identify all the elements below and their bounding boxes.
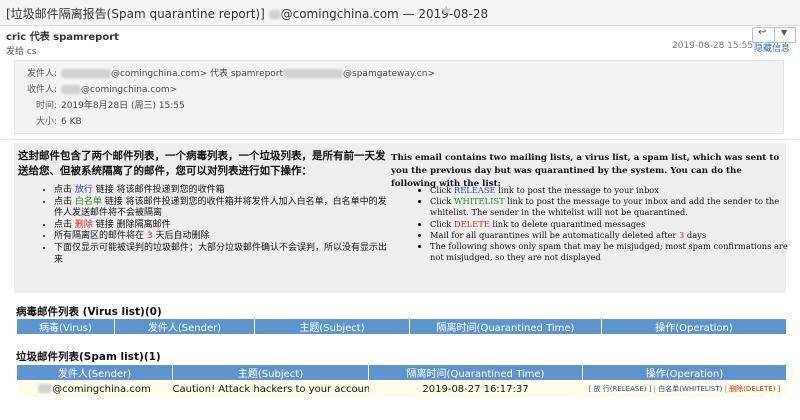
star-icon[interactable]: ★ <box>440 3 453 19</box>
spam-list-table: 发件人(Sender) 主题(Subject) 隔离时间(Quarantined… <box>16 364 787 397</box>
table-header-row: 发件人(Sender) 主题(Subject) 隔离时间(Quarantined… <box>16 364 787 381</box>
reply-button-group: ↩ ▼ <box>752 27 796 43</box>
virus-list-table: 病毒(Virus) 发件人(Sender) 主题(Subject) 隔离时间(Q… <box>16 318 787 335</box>
delete-link[interactable]: 删除(DELETE) ] <box>729 385 780 393</box>
recipient-line: 发给 cs <box>6 47 37 57</box>
column-header[interactable]: 隔离时间(Quarantined Time) <box>409 318 602 335</box>
column-header[interactable]: 主题(Subject) <box>172 364 369 381</box>
release-keyword: RELEASE <box>453 185 496 195</box>
cn-instructions-heading: 这封邮件包含了两个邮件列表，一个病毒列表，一个垃圾列表，是所有前一天发送给您、但… <box>18 150 386 177</box>
reply-icon[interactable]: ↩ <box>758 27 766 38</box>
column-header[interactable]: 操作(Operation) <box>582 364 787 381</box>
virus-list-title: 病毒邮件列表 (Virus list)(0) <box>16 306 162 318</box>
table-header-row: 病毒(Virus) 发件人(Sender) 主题(Subject) 隔离时间(Q… <box>16 318 787 335</box>
column-header[interactable]: 发件人(Sender) <box>16 364 173 381</box>
redacted-text <box>283 69 344 78</box>
details-time-row: 时间: 2019年8月28日 (周三) 15:55 <box>35 101 185 111</box>
whitelist-keyword: 白名单 <box>74 196 102 207</box>
message-date: 2019-08-28 15:55 <box>672 41 754 51</box>
chevron-down-icon[interactable]: ▼ <box>781 28 787 37</box>
redacted-text <box>61 85 81 94</box>
release-link[interactable]: [ 放 行(RELEASE) ] <box>589 385 652 393</box>
spam-list-title: 垃圾邮件列表(Spam list)(1) <box>16 351 161 363</box>
details-size-row: 大小: 6 KB <box>35 117 82 127</box>
list-item: 点击 放行 链接 将该邮件投递到您的收件箱 <box>54 185 394 197</box>
list-item: Click WHITELIST link to post the message… <box>430 196 796 218</box>
spam-sender-cell: @comingchina.com <box>16 380 173 397</box>
redacted-text <box>38 384 53 393</box>
redacted-text <box>61 69 111 78</box>
list-item: 点击 删除 链接 删除隔离邮件 <box>54 220 394 232</box>
list-item: Mail for all quarantines will be automat… <box>430 230 796 241</box>
button-divider <box>774 28 775 42</box>
email-subject: [垃圾邮件隔离报告(Spam quarantine report)] @comi… <box>6 7 489 21</box>
spam-subject-cell: Caution! Attack hackers to your account! <box>172 380 369 397</box>
table-row: @comingchina.com Caution! Attack hackers… <box>16 380 787 397</box>
redacted-text <box>268 10 281 19</box>
details-to-row: 收件人: @comingchina.com> <box>26 85 178 95</box>
header-divider <box>0 139 800 140</box>
instructions-panel: 这封邮件包含了两个邮件列表，一个病毒列表，一个垃圾列表，是所有前一天发送给您、但… <box>14 143 788 293</box>
spam-operations-cell: [ 放 行(RELEASE) ] | 白名单(WHITELIST) | 删除(D… <box>582 380 787 397</box>
spam-time-cell: 2019-08-27 16:17:37 <box>368 380 583 397</box>
column-header[interactable]: 主题(Subject) <box>254 318 410 335</box>
delete-keyword: 删除 <box>74 219 93 230</box>
list-item: 下面仅显示可能被误判的垃圾邮件；大部分垃圾邮件确认不会误判，所以没有显示出来 <box>54 243 394 266</box>
column-header[interactable]: 发件人(Sender) <box>114 318 255 335</box>
list-item: 点击 白名单 链接 将该邮件投递到您的收件箱并将发件人加入白名单，白名单中的发件… <box>54 197 394 220</box>
sender-line: cric 代表 spamreport <box>6 32 119 43</box>
whitelist-link[interactable]: 白名单(WHITELIST) <box>658 385 722 393</box>
en-instructions-list: Click RELEASE link to post the message t… <box>420 185 796 263</box>
column-header[interactable]: 隔离时间(Quarantined Time) <box>368 364 583 381</box>
list-item: Click RELEASE link to post the message t… <box>430 185 796 196</box>
message-header: cric 代表 spamreport 发给 cs 2019-08-28 15:5… <box>0 26 800 62</box>
cn-instructions-list: 点击 放行 链接 将该邮件投递到您的收件箱 点击 白名单 链接 将该邮件投递到您… <box>44 185 394 266</box>
window-title-bar: [垃圾邮件隔离报告(Spam quarantine report)] @comi… <box>0 0 800 26</box>
delete-keyword: DELETE <box>453 218 490 229</box>
list-item: Click DELETE link to delete quarantined … <box>430 219 796 230</box>
release-keyword: 放行 <box>74 185 93 195</box>
details-from-row: 发件人: @comingchina.com> 代表 spamreport @spam… <box>26 69 435 79</box>
column-header[interactable]: 病毒(Virus) <box>16 318 115 335</box>
message-details-panel: 发件人: @comingchina.com> 代表 spamreport @spam… <box>14 60 784 134</box>
whitelist-keyword: WHITELIST <box>453 196 505 207</box>
list-item: The following shows only spam that may b… <box>430 241 796 263</box>
list-item: 所有隔离区的邮件将在 3 天后自动删除 <box>54 231 394 243</box>
column-header[interactable]: 操作(Operation) <box>601 318 787 335</box>
